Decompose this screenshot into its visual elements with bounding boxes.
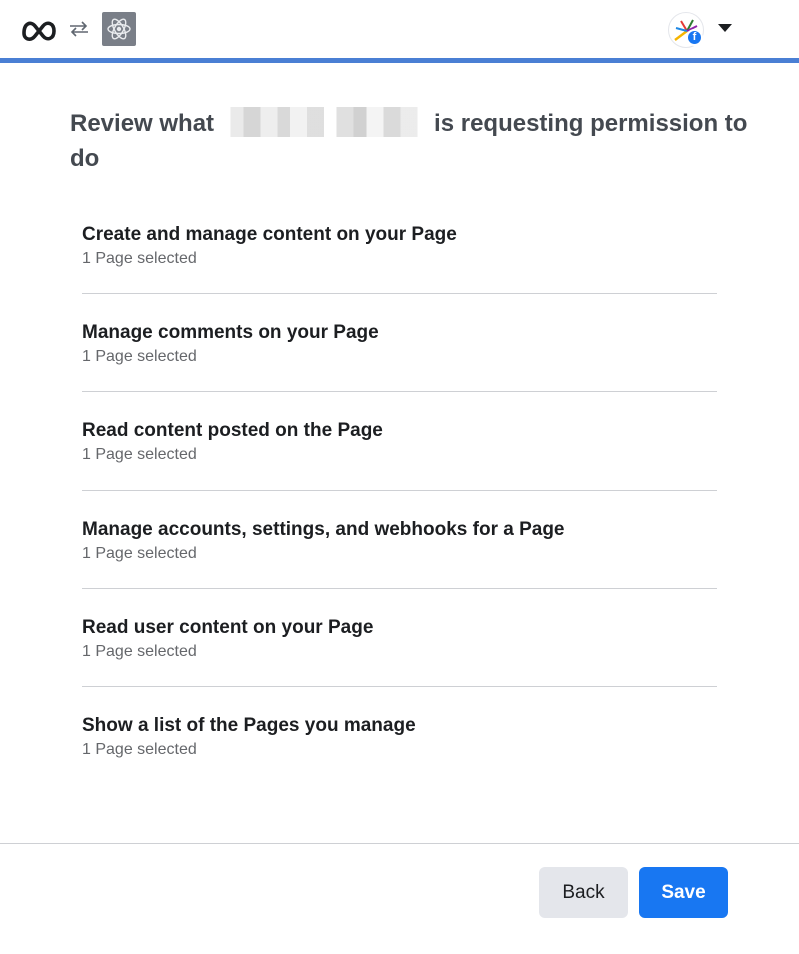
permission-item-manage-comments[interactable]: Manage comments on your Page 1 Page sele… xyxy=(82,294,717,393)
accent-divider xyxy=(0,58,799,63)
permission-title: Read content posted on the Page xyxy=(82,420,383,442)
save-button[interactable]: Save xyxy=(639,867,728,918)
permission-title: Create and manage content on your Page xyxy=(82,224,457,245)
permission-subtitle: 1 Page selected xyxy=(82,348,197,366)
permission-subtitle: 1 Page selected xyxy=(82,446,197,464)
permission-item-read-user-content[interactable]: Read user content on your Page 1 Page se… xyxy=(82,589,717,687)
permission-subtitle: 1 Page selected xyxy=(82,544,197,562)
page-title: Review what is requesting permission to d… xyxy=(70,106,750,176)
facebook-f-icon: f xyxy=(686,29,703,46)
permission-item-manage-accounts[interactable]: Manage accounts, settings, and webhooks … xyxy=(82,491,717,589)
redacted-app-name xyxy=(218,107,431,137)
atom-app-icon xyxy=(102,12,136,46)
meta-logo-icon xyxy=(22,21,56,41)
permission-list: Create and manage content on your Page 1… xyxy=(82,196,717,785)
permission-item-create-manage-content[interactable]: Create and manage content on your Page 1… xyxy=(82,196,717,295)
permission-title: Show a list of the Pages you manage xyxy=(82,714,416,736)
top-bar: f xyxy=(0,0,799,58)
permission-subtitle: 1 Page selected xyxy=(82,250,197,267)
swap-arrows-icon[interactable] xyxy=(66,17,92,41)
permission-title: Manage accounts, settings, and webhooks … xyxy=(82,518,565,540)
permission-subtitle: 1 Page selected xyxy=(82,642,197,660)
footer-divider xyxy=(0,843,799,844)
permission-item-read-content[interactable]: Read content posted on the Page 1 Page s… xyxy=(82,392,717,491)
caret-down-icon[interactable] xyxy=(718,24,732,32)
permission-title: Read user content on your Page xyxy=(82,616,374,638)
permission-title: Manage comments on your Page xyxy=(82,322,379,344)
title-prefix: Review what xyxy=(70,110,215,137)
permission-subtitle: 1 Page selected xyxy=(82,740,197,758)
back-button[interactable]: Back xyxy=(539,867,628,918)
permission-item-list-pages[interactable]: Show a list of the Pages you manage 1 Pa… xyxy=(82,687,717,785)
